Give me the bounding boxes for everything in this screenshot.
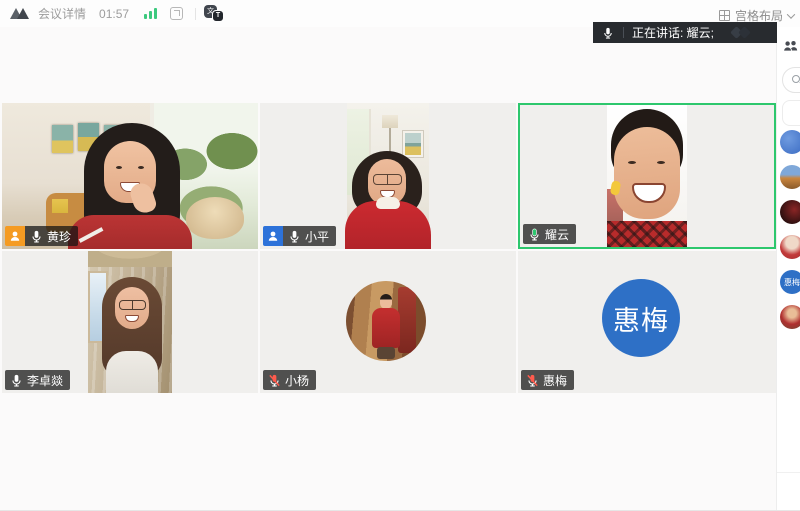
member-avatar[interactable] [780,130,800,154]
member-avatar[interactable] [780,200,800,224]
meeting-timer: 01:57 [99,7,129,21]
video-tile[interactable]: 小杨 [260,251,516,393]
translation-icon[interactable]: 文 T [204,5,228,23]
search-input[interactable] [782,67,800,93]
person-face [614,127,680,219]
sidebar-action-button[interactable] [782,100,800,126]
member-avatar[interactable] [780,235,800,259]
person-scarf [607,221,687,247]
scene-door [398,287,416,353]
avatar-initials-text: 惠梅 [784,277,800,288]
member-avatar[interactable]: 惠梅 [780,270,800,294]
video-tile[interactable]: 黄珍 [2,103,258,249]
video-feed [607,105,687,247]
chevron-down-icon [787,10,795,18]
participant-name-tag: 小平 [263,226,336,246]
participant-photo-avatar [346,281,426,361]
avatar-initials-text: 惠梅 [613,299,669,338]
banner-divider [623,27,624,38]
mic-speaking-icon [528,228,541,241]
participant-name: 黄珍 [47,228,71,245]
video-feed [347,103,429,249]
member-avatar[interactable] [780,165,800,189]
participant-name-tag: 小杨 [263,370,316,390]
meeting-details-button[interactable]: 会议详情 [38,5,86,22]
participant-initials-avatar: 惠梅 [602,279,680,357]
panel-divider [777,472,800,473]
mic-muted-icon [268,374,281,387]
watermark-logo-icon [731,27,751,38]
scene-curtain-swag [88,251,172,267]
participant-name-tag: 耀云 [523,224,576,244]
scene-beanbag [186,197,244,239]
person-legs [377,347,395,359]
participant-name: 小平 [305,228,329,245]
host-badge-icon [5,226,25,246]
mic-on-icon [10,374,23,387]
member-badge-icon [263,226,283,246]
participant-name: 小杨 [285,372,309,389]
meeting-window: 会议详情 01:57 文 T 宫格布局 [0,0,800,511]
person-collar [376,197,400,209]
person-sweater [68,215,192,249]
participant-name: 耀云 [545,226,569,243]
share-screen-icon[interactable] [170,7,183,20]
active-speaker-banner: 正在讲话: 耀云; [593,22,777,43]
video-tile[interactable]: 惠梅 惠梅 [518,251,776,393]
video-tile[interactable]: 李卓燚 [2,251,258,393]
network-signal-icon [144,8,157,19]
video-feed [88,251,172,393]
toolbar-divider [195,8,196,20]
participant-name-tag: 李卓燚 [5,370,70,390]
person-body [372,308,400,348]
person-face [115,287,149,329]
participant-name: 李卓燚 [27,372,63,389]
members-icon[interactable] [782,39,798,56]
grid-layout-icon [719,10,730,21]
participant-name: 惠梅 [543,372,567,389]
person-head [380,294,392,309]
search-icon [792,75,800,83]
participant-name-tag: 惠梅 [521,370,574,390]
video-tile-active-speaker[interactable]: 耀云 [518,103,776,249]
scene-painting [403,131,423,157]
speaking-now-text: 正在讲话: 耀云; [632,24,714,41]
participant-name-tag: 黄珍 [5,226,78,246]
member-avatar[interactable] [780,305,800,329]
mic-on-icon [30,230,43,243]
member-panel: 惠梅 [776,0,800,511]
mic-muted-icon [526,374,539,387]
mic-icon [602,27,614,39]
app-logo-icon [10,7,30,20]
mic-on-icon [288,230,301,243]
video-tile[interactable]: 小平 [260,103,516,249]
person-blouse [106,351,158,393]
